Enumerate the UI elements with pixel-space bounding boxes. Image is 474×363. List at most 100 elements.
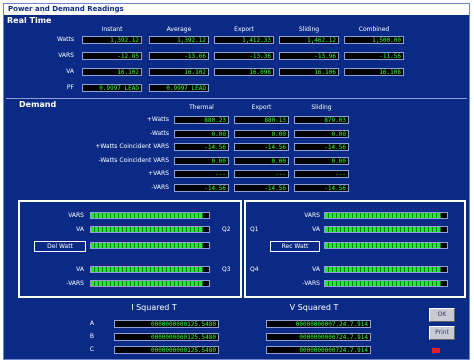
realtime-value: -11.56 [344, 52, 404, 60]
realtime-value: 16.102 [82, 68, 142, 76]
bar-fill [325, 267, 441, 272]
realtime-value: -12.85 [82, 52, 142, 60]
realtime-col-header: Sliding [298, 26, 320, 33]
bar-fill [325, 227, 441, 232]
demand-value: 880.23 [174, 116, 229, 124]
realtime-row-label: VARS [58, 52, 74, 59]
demand-value: 0.00 [294, 156, 349, 165]
quadrant-right-label: VARS [304, 212, 320, 219]
v-squared-value: 0000000000724.7.914 [266, 333, 371, 341]
i-squared-value: 0000000000125.5480 [114, 346, 219, 354]
i-squared-title: I Squared T [131, 303, 177, 312]
demand-value: 880.13 [234, 116, 289, 124]
rec-watt-label: Rec Watt [270, 241, 320, 252]
demand-row-label: +Watts Coincident VARS [95, 143, 169, 150]
demand-value: --- [294, 170, 349, 178]
quadrant-label: Q1 [250, 226, 259, 233]
demand-row-label: +VARS [148, 170, 169, 177]
del-watt-label: Del Watt [34, 241, 86, 252]
realtime-value: 1,392.12 [82, 36, 142, 44]
quadrant-right-label: -VARS [302, 280, 320, 287]
realtime-col-header: Average [166, 26, 192, 33]
i-squared-value: 0000000000125.5480 [114, 320, 219, 328]
realtime-value: 1,392.12 [149, 36, 209, 44]
bar-fill [91, 281, 204, 286]
demand-col-header: Export [251, 104, 272, 111]
power-demand-window: Power and Demand Readings Real Time Dema… [3, 3, 470, 360]
quadrant-label: Q4 [250, 266, 259, 273]
quadrant-left-bar [90, 212, 210, 219]
realtime-value: 16.108 [344, 68, 404, 76]
phase-label: A [89, 320, 94, 327]
realtime-value: 16.106 [279, 68, 339, 76]
quadrant-right-bar [324, 242, 448, 249]
demand-title: Demand [19, 100, 57, 109]
phase-label: C [89, 346, 94, 353]
demand-value: 0.00 [234, 129, 289, 138]
demand-value: -14.56 [174, 183, 229, 192]
print-button[interactable]: Print [429, 326, 455, 340]
demand-value: -14.56 [174, 143, 229, 151]
realtime-value: 0.9997 LEAD [149, 84, 209, 92]
demand-value: 0.00 [234, 156, 289, 165]
quadrant-left-bar [90, 226, 210, 233]
bar-fill [325, 243, 441, 248]
quadrant-right-label: VA [312, 266, 320, 273]
demand-value: -14.56 [234, 183, 289, 192]
demand-row-label: -Watts Coincident VARS [98, 156, 169, 164]
realtime-value: 1,412.33 [214, 36, 274, 44]
quadrant-left-label: VARS [68, 212, 84, 219]
v-squared-value: 0000000000724.7.914 [266, 346, 371, 354]
bar-fill [91, 227, 204, 232]
quadrant-right-bar [324, 280, 448, 287]
realtime-value: 16.102 [149, 68, 209, 76]
realtime-col-header: Combined [358, 26, 390, 33]
realtime-row-label: PF [66, 84, 74, 91]
quadrant-right-bar [324, 226, 448, 233]
quadrant-left-bar [90, 266, 210, 273]
realtime-value: -13.66 [149, 52, 209, 60]
demand-col-header: Thermal [189, 104, 214, 111]
ok-button[interactable]: OK [429, 308, 455, 322]
bar-fill [91, 213, 204, 218]
window-title: Power and Demand Readings [4, 4, 469, 15]
demand-value: 879.03 [294, 116, 349, 124]
demand-row-label: +Watts [146, 116, 169, 123]
demand-row-label: -VARS [151, 183, 169, 191]
i-squared-value: 0000000000125.5480 [114, 333, 219, 341]
v-squared-title: V Squared T [289, 303, 339, 312]
quadrant-left-label: -VARS [66, 280, 84, 287]
quadrant-right-bar [324, 266, 448, 273]
realtime-row-label: Watts [56, 36, 74, 43]
section-divider [6, 98, 467, 99]
demand-value: -14.56 [294, 183, 349, 192]
demand-row-label: -Watts [150, 129, 169, 137]
quadrant-left-label: VA [76, 266, 84, 273]
quadrant-label: Q2 [222, 226, 231, 233]
demand-value: --- [234, 170, 289, 178]
realtime-col-header: Export [234, 26, 254, 33]
quadrant-left-label: VA [76, 226, 84, 233]
demand-value: -14.56 [234, 143, 289, 151]
demand-value: 0.00 [174, 156, 229, 165]
bar-fill [325, 281, 441, 286]
realtime-col-header: Instant [101, 26, 123, 33]
realtime-value: 16.098 [214, 68, 274, 76]
bar-fill [91, 267, 204, 272]
bar-fill [325, 213, 441, 218]
realtime-value: 1,500.00 [344, 36, 404, 44]
realtime-title: Real Time [7, 16, 52, 25]
realtime-value: -13.36 [214, 52, 274, 60]
demand-value: -14.56 [294, 143, 349, 151]
realtime-value: -13.96 [279, 52, 339, 60]
realtime-value: 1,462.12 [279, 36, 339, 44]
quadrant-label: Q3 [222, 266, 231, 273]
v-squared-value: 00000000007.24.7.914 [266, 320, 371, 328]
quadrant-left-bar [90, 280, 210, 287]
demand-value: 0.00 [294, 129, 349, 138]
realtime-row-label: VA [66, 68, 74, 75]
quadrant-left-bar [90, 242, 210, 249]
demand-col-header: Sliding [311, 104, 332, 111]
phase-label: B [89, 333, 94, 340]
status-flag-icon [432, 348, 440, 353]
